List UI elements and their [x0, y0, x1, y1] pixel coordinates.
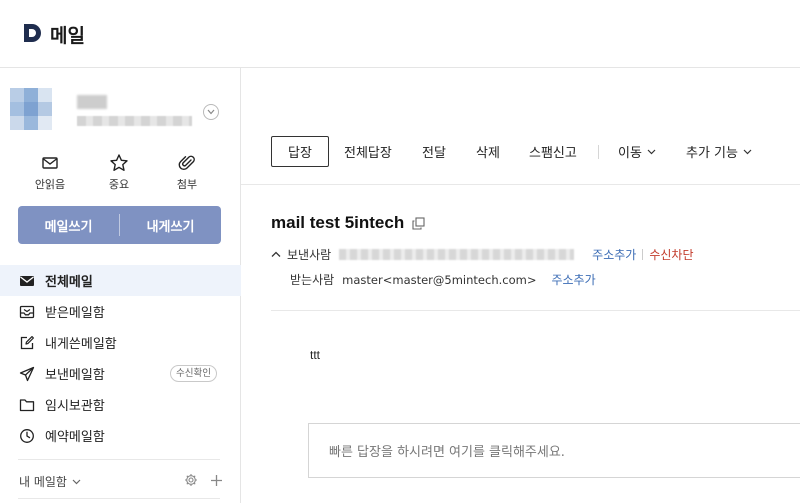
mail-toolbar: 답장 전체답장 전달 삭제 스팸신고 이동 추가 기능	[241, 68, 800, 185]
chevron-down-icon	[743, 149, 752, 154]
filter-important-label: 중요	[108, 178, 130, 191]
add-recipient-contact-link[interactable]: 주소추가	[551, 271, 595, 288]
sidebar-item-label: 받은메일함	[45, 306, 105, 321]
sidebar-item-scheduled[interactable]: 예약메일함	[0, 420, 241, 451]
chevron-down-icon	[647, 149, 656, 154]
daum-logo-icon[interactable]	[22, 22, 42, 44]
filter-important[interactable]: 중요	[87, 153, 151, 192]
sidebar-divider	[18, 459, 220, 460]
filter-attachment-label: 첨부	[176, 178, 198, 191]
sender-address-redacted	[339, 249, 575, 260]
envelope-icon	[42, 157, 58, 169]
write-to-self-button[interactable]: 내게쓰기	[120, 206, 221, 244]
delete-button[interactable]: 삭제	[476, 136, 500, 167]
mail-body: ttt	[310, 348, 321, 362]
header-divider	[271, 310, 800, 311]
chevron-up-icon[interactable]	[271, 251, 281, 258]
sidebar-item-inbox[interactable]: 받은메일함	[0, 296, 241, 327]
send-icon	[19, 366, 35, 382]
to-label: 받는사람	[290, 273, 335, 287]
star-icon	[110, 154, 128, 171]
forward-button[interactable]: 전달	[422, 136, 446, 167]
plus-icon[interactable]	[210, 474, 223, 487]
filter-unread-label: 안읽음	[34, 178, 66, 191]
subject-text: mail test 5intech	[271, 213, 405, 232]
profile-email-redacted	[77, 116, 192, 126]
profile-name-redacted	[77, 95, 107, 109]
mail-subject: mail test 5intech	[271, 213, 425, 233]
write-mail-button[interactable]: 메일쓰기	[18, 206, 119, 244]
sidebar-item-label: 내게쓴메일함	[45, 337, 117, 352]
toolbar-separator	[598, 145, 599, 159]
move-label: 이동	[618, 146, 642, 161]
move-dropdown[interactable]: 이동	[618, 136, 656, 167]
sidebar-item-label: 보낸메일함	[45, 368, 105, 383]
gear-icon[interactable]	[184, 473, 198, 487]
recipient-address: master<master@5mintech.com>	[342, 272, 537, 287]
sidebar: 안읽음 중요 첨부 메일쓰기 내게쓰기 전체메일 받은메일함 내게쓴메일함 보낸…	[0, 68, 241, 503]
read-receipt-badge[interactable]: 수신확인	[170, 365, 217, 382]
top-header: 메일	[0, 0, 800, 68]
more-functions-label: 추가 기능	[686, 146, 738, 161]
mail-filled-icon	[19, 273, 35, 289]
sidebar-item-drafts[interactable]: 임시보관함	[0, 389, 241, 420]
reply-button[interactable]: 답장	[271, 136, 329, 167]
app-title[interactable]: 메일	[50, 21, 85, 48]
sidebar-item-label: 임시보관함	[45, 399, 105, 414]
block-sender-link[interactable]: 수신차단	[649, 246, 693, 263]
profile-menu-toggle[interactable]	[203, 104, 219, 120]
compose-bar: 메일쓰기 내게쓰기	[18, 206, 221, 244]
copy-icon[interactable]	[412, 216, 425, 230]
sidebar-item-to-self[interactable]: 내게쓴메일함	[0, 327, 241, 358]
sender-row: 보낸사람 주소추가 수신차단	[271, 246, 694, 263]
clock-icon	[19, 428, 35, 444]
filter-unread[interactable]: 안읽음	[18, 153, 82, 192]
quick-reply-box[interactable]: 빠른 답장을 하시려면 여기를 클릭해주세요.	[308, 423, 800, 478]
sidebar-item-sent[interactable]: 보낸메일함 수신확인	[0, 358, 241, 389]
chevron-down-icon	[207, 109, 215, 115]
sidebar-item-label: 전체메일	[45, 275, 93, 290]
sidebar-divider	[18, 498, 220, 499]
more-functions-dropdown[interactable]: 추가 기능	[686, 136, 752, 167]
filter-attachment[interactable]: 첨부	[155, 153, 219, 192]
mail-view: 답장 전체답장 전달 삭제 스팸신고 이동 추가 기능 mail test 5i…	[241, 68, 800, 503]
edit-square-icon	[19, 335, 35, 351]
paperclip-icon	[178, 155, 195, 171]
link-separator	[642, 249, 644, 260]
my-mailbox-tools	[184, 473, 223, 487]
sidebar-item-label: 예약메일함	[45, 430, 105, 445]
recipient-row: 받는사람 master<master@5mintech.com> 주소추가	[290, 271, 596, 288]
chevron-down-icon	[72, 479, 81, 484]
reply-all-button[interactable]: 전체답장	[344, 136, 392, 167]
avatar[interactable]	[10, 88, 52, 130]
sidebar-item-all-mail[interactable]: 전체메일	[0, 265, 241, 296]
report-spam-button[interactable]: 스팸신고	[529, 136, 577, 167]
folder-icon	[19, 397, 35, 413]
my-mailbox-label: 내 메일함	[19, 475, 67, 489]
inbox-icon	[19, 304, 35, 320]
my-mailbox-toggle[interactable]: 내 메일함	[19, 473, 81, 490]
add-sender-contact-link[interactable]: 주소추가	[592, 246, 636, 263]
from-label: 보낸사람	[287, 248, 332, 262]
